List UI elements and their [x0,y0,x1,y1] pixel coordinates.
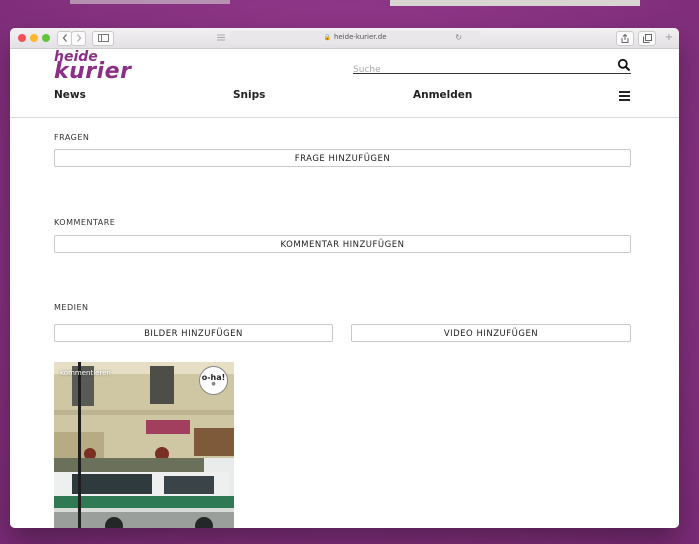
minimize-window-button[interactable] [30,34,38,42]
add-question-button[interactable]: FRAGE HINZUFÜGEN [54,149,631,167]
nav-item-login[interactable]: Anmelden [413,89,472,101]
show-tabs-button[interactable] [638,31,656,46]
share-icon [621,33,629,43]
section-label-fragen: FRAGEN [54,133,90,142]
nav-item-snips[interactable]: Snips [233,89,265,101]
hamburger-menu-icon[interactable] [619,91,630,101]
close-window-button[interactable] [18,34,26,42]
comment-link[interactable]: kommentieren [60,369,111,377]
back-button[interactable] [57,31,72,46]
sidebar-toggle-button[interactable] [92,31,114,46]
header-divider [10,117,679,118]
background-decoration [390,0,640,6]
nav-item-news[interactable]: News [54,89,86,101]
reader-menu-button[interactable] [215,31,227,44]
main-navigation: News Snips Anmelden [10,89,679,107]
reload-icon[interactable]: ↻ [455,31,462,44]
search-icon[interactable] [617,58,631,72]
web-page: heide kurier News Snips Anmelden FRAGEN … [10,49,679,528]
zoom-window-button[interactable] [42,34,50,42]
add-comment-button[interactable]: KOMMENTAR HINZUFÜGEN [54,235,631,253]
sidebar-icon [97,34,109,42]
tabs-icon [642,34,652,43]
plus-icon: + [664,32,674,43]
chevron-left-icon [62,34,67,42]
new-tab-button[interactable]: + [662,30,676,45]
background-decoration [70,0,230,4]
browser-titlebar: 🔒 heide-kurier.de ↻ + [10,28,679,49]
lock-icon: 🔒 [323,34,331,41]
browser-window: 🔒heide-kurier.de ↻ + heide kurier News S… [10,28,679,528]
search-input[interactable] [353,62,603,78]
search-bar [353,57,631,78]
reaction-count-icon: ● [211,381,216,387]
add-images-button[interactable]: BILDER HINZUFÜGEN [54,324,333,342]
section-label-kommentare: KOMMENTARE [54,218,116,227]
address-bar-url: heide-kurier.de [333,33,387,41]
oha-reaction-badge[interactable]: o-ha! ● [199,366,228,395]
share-button[interactable] [616,31,634,46]
site-logo[interactable]: heide kurier [54,50,131,83]
logo-bottom-text: kurier [54,59,132,84]
forward-button[interactable] [71,31,86,46]
list-icon [217,34,225,41]
add-video-button[interactable]: VIDEO HINZUFÜGEN [351,324,631,342]
chevron-right-icon [76,34,81,42]
address-bar[interactable]: 🔒 heide-kurier.de ↻ [230,31,480,44]
section-label-medien: MEDIEN [54,303,89,312]
media-thumbnail[interactable]: kommentieren o-ha! ● [54,362,234,528]
